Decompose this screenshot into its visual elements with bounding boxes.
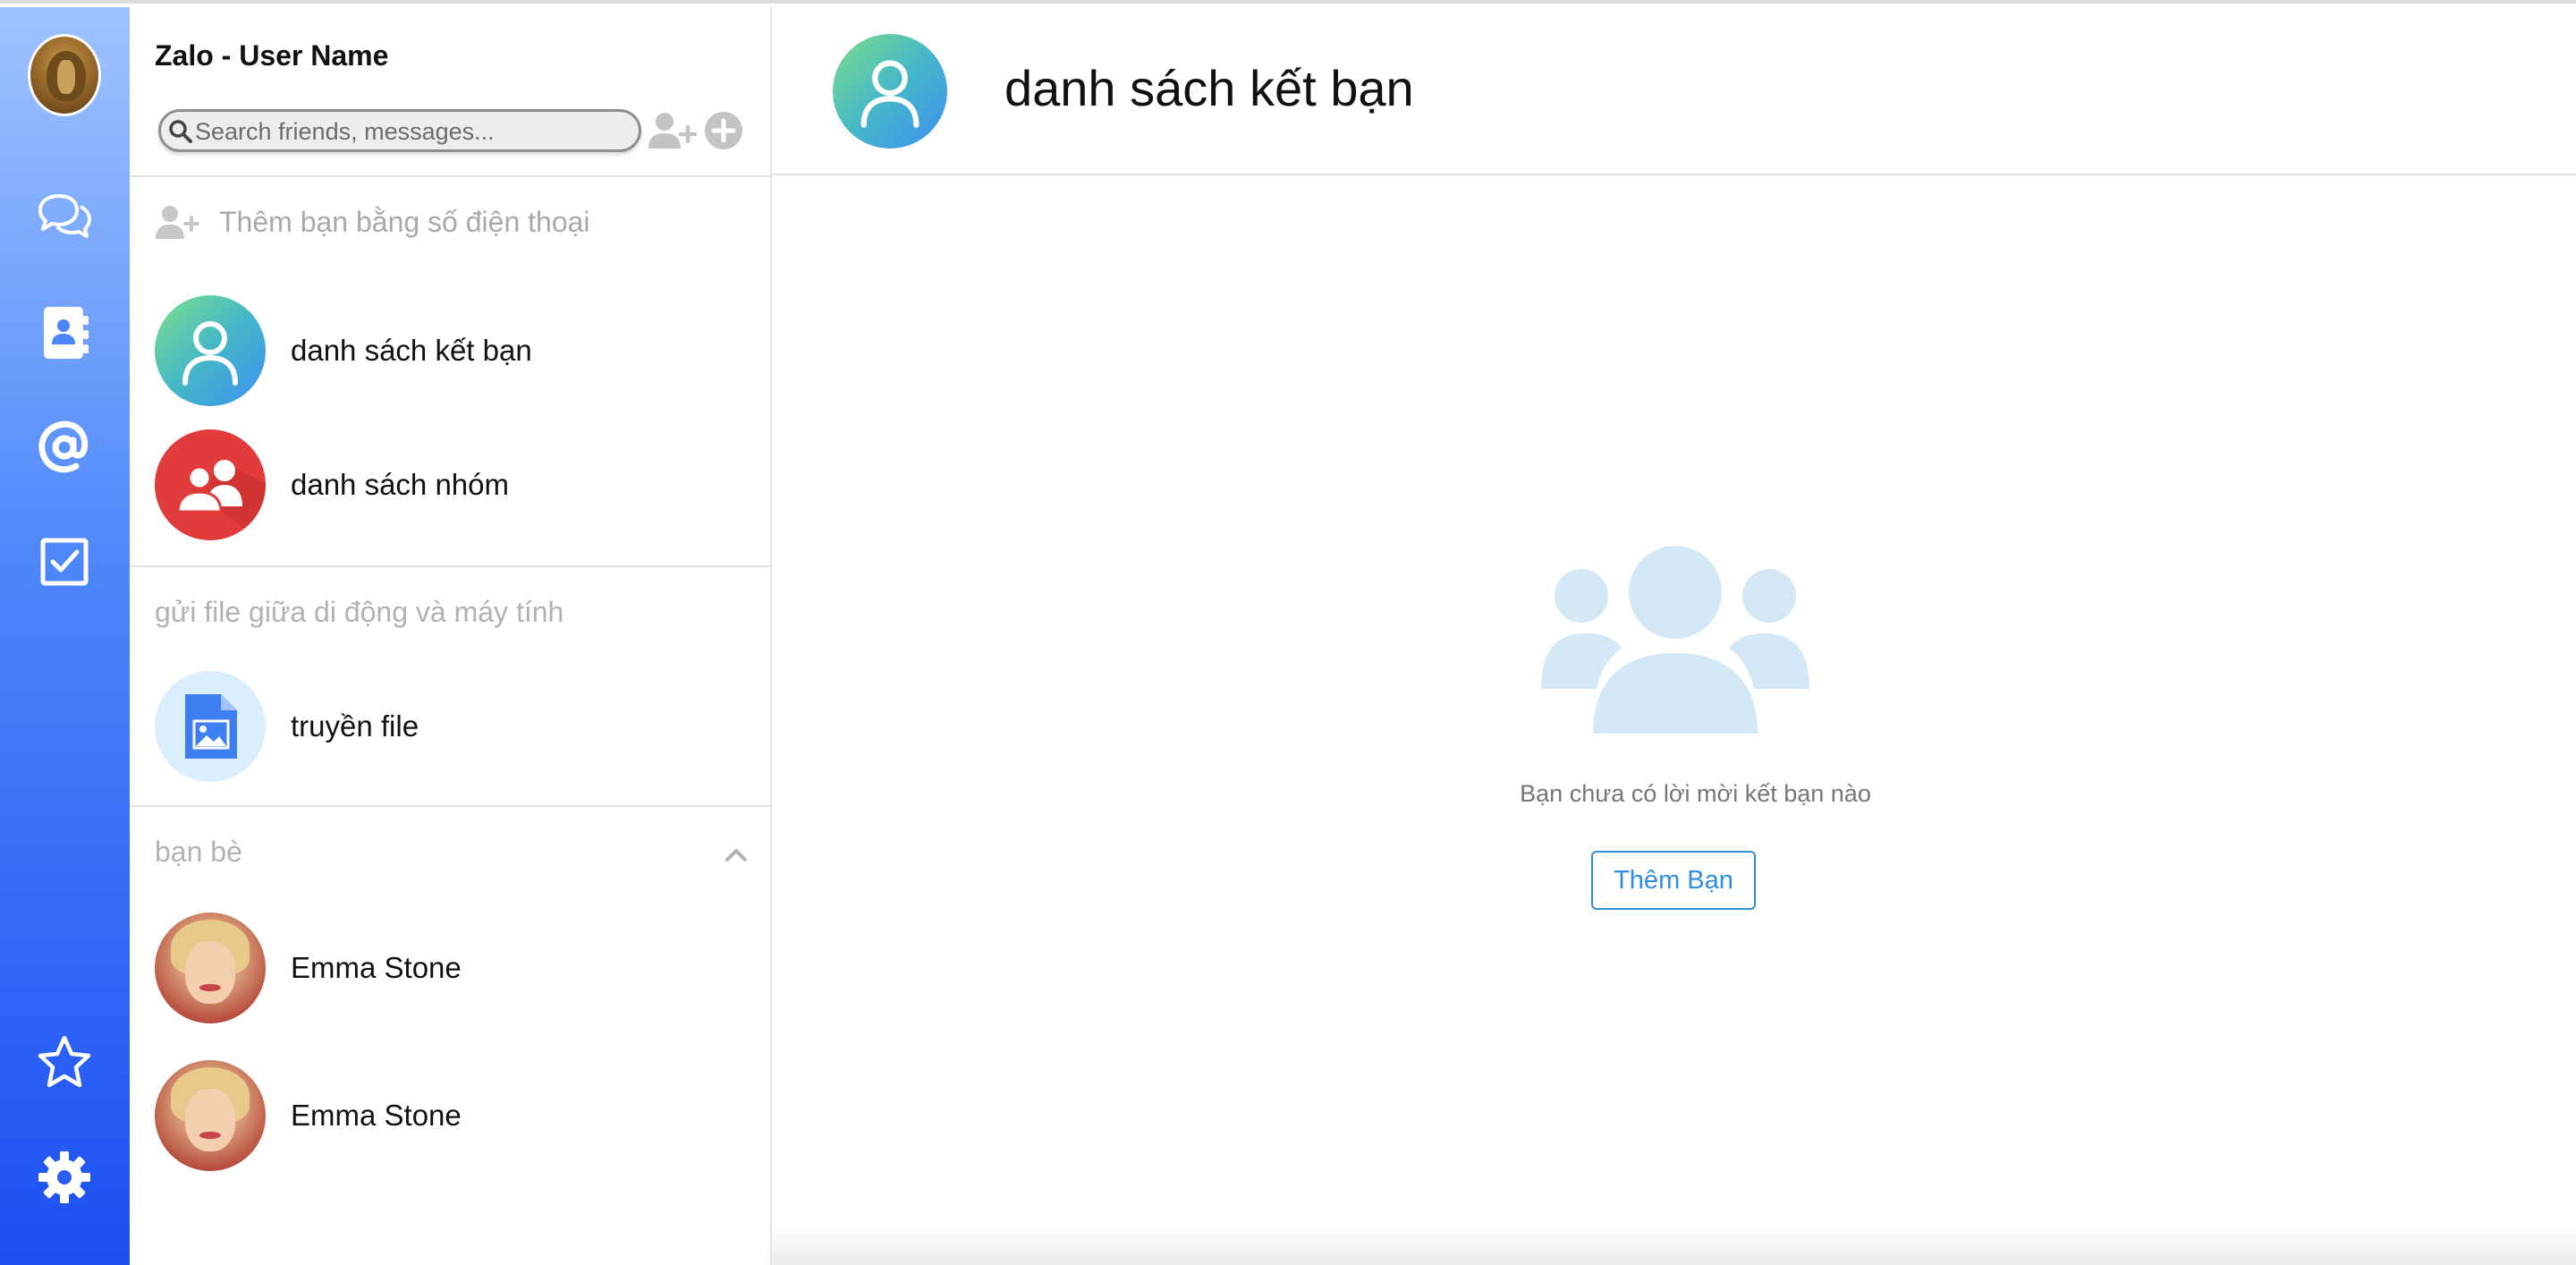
add-by-phone-item[interactable]: Thêm bạn bằng số điện thoại xyxy=(155,200,590,244)
divider xyxy=(130,175,770,177)
friends-section-label: bạn bè xyxy=(155,836,242,868)
main-header: danh sách kết bạn xyxy=(772,7,2576,175)
mention-icon[interactable] xyxy=(32,415,97,480)
group-list-avatar xyxy=(155,429,266,540)
user-avatar[interactable] xyxy=(28,34,101,116)
friends-empty-icon xyxy=(1541,546,1809,734)
avatar-lion-face xyxy=(57,60,75,94)
friend-name: Emma Stone xyxy=(291,1099,462,1132)
empty-state-text: Bạn chưa có lời mời kết bạn nào xyxy=(1520,780,1871,807)
divider xyxy=(130,565,770,567)
friend-avatar xyxy=(155,1060,266,1171)
friend-name: Emma Stone xyxy=(291,951,462,984)
file-transfer-avatar xyxy=(155,671,266,782)
search-icon xyxy=(169,120,192,143)
settings-icon[interactable] xyxy=(32,1145,97,1210)
friend-list-avatar xyxy=(155,295,266,406)
contacts-icon[interactable] xyxy=(32,301,97,365)
add-friend-phone-icon xyxy=(156,206,199,239)
add-friend-button[interactable]: Thêm Bạn xyxy=(1591,851,1756,910)
avatar-face xyxy=(185,941,235,1004)
contacts-panel: Zalo - User Name Thêm bạn bằng số đ xyxy=(130,7,772,1265)
chevron-up-icon[interactable] xyxy=(724,846,749,862)
star-icon[interactable] xyxy=(32,1031,97,1095)
file-transfer-item[interactable]: truyền file xyxy=(155,669,745,784)
bottom-shadow xyxy=(772,1224,2576,1265)
friend-list-item[interactable]: Emma Stone xyxy=(155,1058,745,1173)
friend-avatar xyxy=(155,913,266,1023)
page-title: danh sách kết bạn xyxy=(1004,60,1414,116)
friend-request-list-item[interactable]: danh sách kết bạn xyxy=(155,293,745,408)
search-input[interactable] xyxy=(195,115,633,148)
friend-list-item[interactable]: Emma Stone xyxy=(155,911,745,1025)
group-icon xyxy=(176,460,266,540)
search-box[interactable] xyxy=(158,109,641,152)
group-list-item[interactable]: danh sách nhóm xyxy=(155,428,745,542)
file-transfer-label: truyền file xyxy=(291,709,419,743)
avatar-lips xyxy=(199,1132,221,1139)
add-friend-icon[interactable] xyxy=(647,107,697,154)
main-content: danh sách kết bạn Bạn chưa có lời mời kế… xyxy=(772,7,2576,1265)
chat-icon[interactable] xyxy=(32,186,97,250)
divider xyxy=(130,805,770,807)
group-list-label: danh sách nhóm xyxy=(291,468,510,501)
avatar-lips xyxy=(199,984,221,991)
add-icon[interactable] xyxy=(704,111,743,150)
file-section-label: gửi file giữa di động và máy tính xyxy=(155,596,564,628)
friend-list-label: danh sách kết bạn xyxy=(291,334,532,367)
person-icon xyxy=(182,321,238,386)
nav-rail xyxy=(0,7,130,1265)
add-by-phone-label: Thêm bạn bằng số điện thoại xyxy=(219,205,590,238)
todo-icon[interactable] xyxy=(32,530,97,594)
header-friend-list-avatar xyxy=(833,34,947,149)
panel-title: Zalo - User Name xyxy=(155,39,389,72)
person-icon xyxy=(860,60,919,128)
avatar-face xyxy=(185,1089,235,1151)
image-file-icon xyxy=(185,694,237,759)
zalo-app: Zalo - User Name Thêm bạn bằng số đ xyxy=(0,0,2576,1265)
